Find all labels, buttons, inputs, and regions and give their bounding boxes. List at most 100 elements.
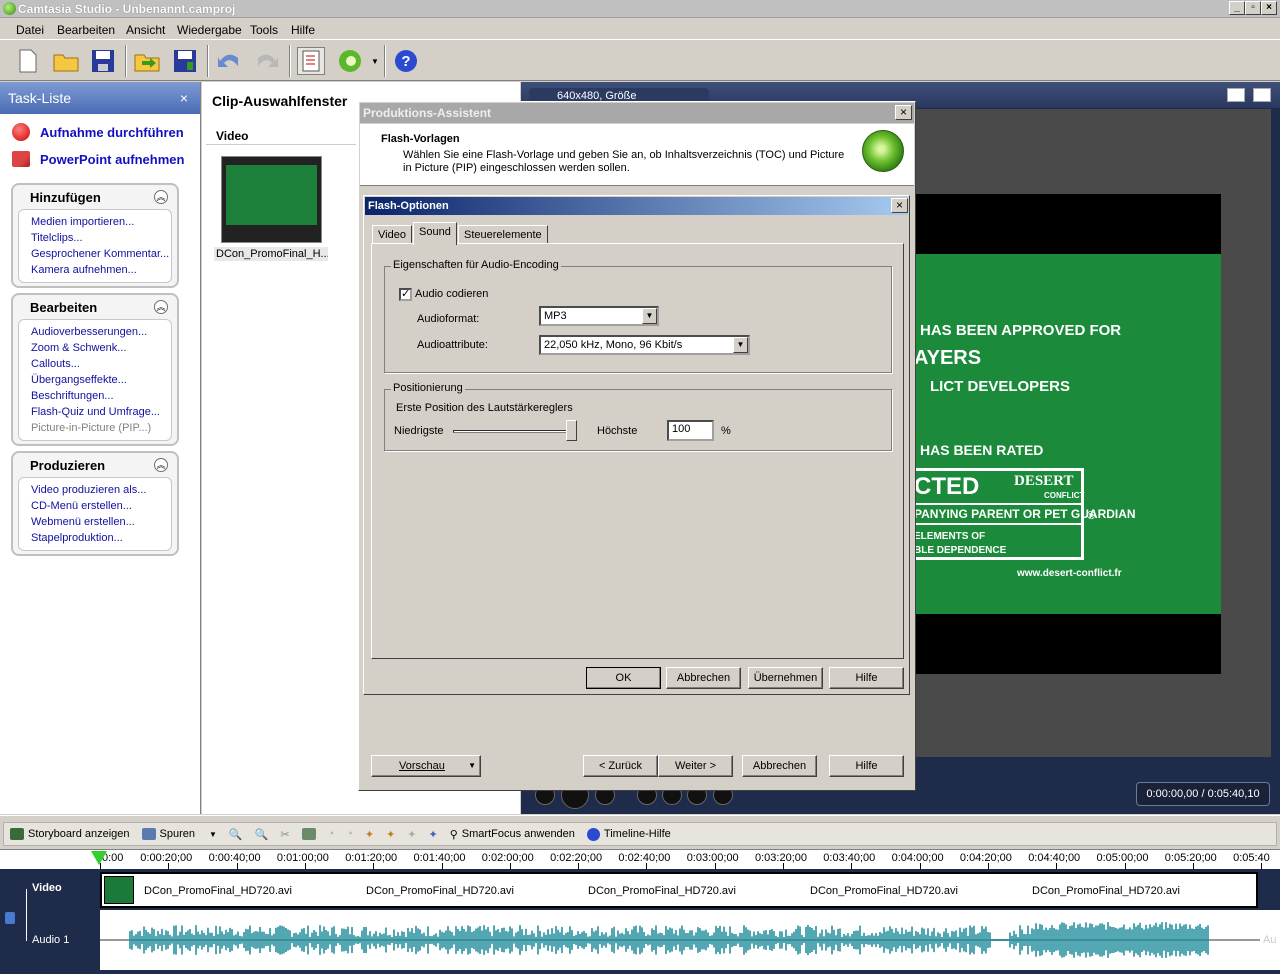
flash-options-close-icon[interactable]: ×	[891, 198, 908, 213]
volume-position-label: Erste Position des Lautstärkereglers	[396, 402, 573, 414]
audio-track[interactable]: Au	[100, 910, 1280, 970]
import-icon[interactable]	[133, 47, 161, 75]
ruler-label: 0:00:20;00	[140, 852, 193, 864]
apply-button[interactable]: Übernehmen	[748, 667, 823, 689]
task-link[interactable]: Übergangseffekte...	[31, 372, 171, 388]
tab-video[interactable]: Video	[372, 225, 412, 244]
task-link[interactable]: Kamera aufnehmen...	[31, 262, 171, 278]
task-link[interactable]: Stapelproduktion...	[31, 530, 171, 546]
powerpoint-icon	[12, 151, 30, 167]
timeline-tracks: Video Audio 1 DCon_PromoFinal_HD720.avi …	[0, 869, 1280, 974]
powerpoint-task[interactable]: PowerPoint aufnehmen	[12, 151, 184, 167]
audio-attributes-select[interactable]: 22,050 kHz, Mono, 96 Kbit/s ▼	[539, 335, 750, 355]
menu-ansicht[interactable]: Ansicht	[126, 23, 165, 37]
wizard-close-icon[interactable]: ×	[895, 105, 912, 120]
task-link[interactable]: CD-Menü erstellen...	[31, 498, 171, 514]
clip-caption[interactable]: DCon_PromoFinal_H...	[214, 247, 328, 261]
task-link[interactable]: Webmenü erstellen...	[31, 514, 171, 530]
wizard-cancel-button[interactable]: Abbrechen	[742, 755, 817, 777]
caption-icon[interactable]: ✦	[386, 828, 395, 841]
task-link[interactable]: Audioverbesserungen...	[31, 324, 171, 340]
audio-format-select[interactable]: MP3 ▼	[539, 306, 659, 326]
collapse-chevron-icon[interactable]: ︽	[154, 190, 168, 204]
task-link[interactable]: Callouts...	[31, 356, 171, 372]
task-link[interactable]: Video produzieren als...	[31, 482, 171, 498]
menu-wiedergabe[interactable]: Wiedergabe	[177, 23, 242, 37]
restore-button[interactable]: ▫	[1245, 1, 1261, 15]
record-task[interactable]: Aufnahme durchführen	[12, 123, 184, 141]
video-text: ®	[1087, 510, 1096, 522]
record-icon	[12, 123, 30, 141]
menu-hilfe[interactable]: Hilfe	[291, 23, 315, 37]
task-link[interactable]: Gesprochener Kommentar...	[31, 246, 171, 262]
menu-tools[interactable]: Tools	[250, 23, 278, 37]
dropdown-arrow-icon[interactable]: ▼	[371, 57, 379, 66]
camtasia-recorder-icon[interactable]	[336, 47, 364, 75]
task-link[interactable]: Medien importieren...	[31, 214, 171, 230]
task-list-toggle-icon[interactable]	[297, 47, 325, 75]
help-button[interactable]: Hilfe	[829, 667, 904, 689]
flash-options-titlebar: Flash-Optionen	[365, 197, 908, 215]
detach-icon[interactable]	[1253, 88, 1271, 102]
split-icon[interactable]	[301, 828, 316, 840]
wizard-heading: Flash-Vorlagen	[381, 133, 460, 145]
task-link[interactable]: Titelclips...	[31, 230, 171, 246]
volume-slider-thumb[interactable]	[566, 420, 577, 441]
ruler-label: 0:02:00;00	[481, 852, 534, 864]
ruler-label: 0:04:20;00	[959, 852, 1012, 864]
clip-bin-tab-video[interactable]: Video	[216, 129, 248, 143]
task-link[interactable]: Zoom & Schwenk...	[31, 340, 171, 356]
storyboard-button[interactable]: Storyboard anzeigen	[10, 828, 130, 840]
preview-dropdown-button[interactable]: Vorschau ▼	[371, 755, 481, 777]
video-track-label[interactable]: Video	[32, 882, 62, 894]
menu-bearbeiten[interactable]: Bearbeiten	[57, 23, 115, 37]
video-clip-label: DCon_PromoFinal_HD720.avi	[810, 885, 958, 897]
back-button[interactable]: < Zurück	[583, 755, 658, 777]
video-text: AYERS	[914, 347, 982, 369]
powerpoint-task-label: PowerPoint aufnehmen	[40, 151, 185, 167]
attr-label: Audioattribute:	[417, 339, 488, 351]
wizard-help-button[interactable]: Hilfe	[829, 755, 904, 777]
redo-icon	[253, 47, 281, 75]
smartfocus-button[interactable]: ⚲ SmartFocus anwenden	[450, 828, 575, 841]
volume-value-input[interactable]: 100	[667, 420, 714, 441]
menu-datei[interactable]: Datei	[16, 23, 44, 37]
produce-save-icon[interactable]	[171, 47, 199, 75]
volume-slider[interactable]	[453, 430, 575, 433]
tracks-dropdown[interactable]: Spuren ▼	[141, 828, 217, 840]
ruler-label: 0:03:00;00	[686, 852, 739, 864]
task-link[interactable]: Beschriftungen...	[31, 388, 171, 404]
quiz-icon[interactable]: ✦	[429, 828, 438, 841]
cut-icon[interactable]: ✂	[280, 828, 289, 841]
task-link[interactable]: Flash-Quiz und Umfrage...	[31, 404, 171, 420]
lock-icon[interactable]	[5, 912, 15, 924]
tab-sound[interactable]: Sound	[413, 222, 457, 245]
zoom-in-icon[interactable]: 🔍	[229, 828, 243, 841]
ok-button[interactable]: OK	[586, 667, 661, 689]
collapse-chevron-icon[interactable]: ︽	[154, 458, 168, 472]
close-window-button[interactable]: ×	[1261, 1, 1277, 15]
save-icon[interactable]	[89, 47, 117, 75]
minimize-button[interactable]: _	[1229, 1, 1245, 15]
clip-thumbnail[interactable]	[221, 156, 322, 243]
collapse-chevron-icon[interactable]: ︽	[154, 300, 168, 314]
cancel-button[interactable]: Abbrechen	[666, 667, 741, 689]
tab-steuerelemente[interactable]: Steuerelemente	[458, 225, 548, 244]
help-icon[interactable]: ?	[392, 47, 420, 75]
video-track[interactable]: DCon_PromoFinal_HD720.avi DCon_PromoFina…	[100, 872, 1258, 908]
video-text: LICT DEVELOPERS	[930, 378, 1071, 395]
playhead-marker[interactable]	[91, 851, 107, 865]
zoom-out-icon[interactable]: 🔍	[255, 828, 269, 841]
next-button[interactable]: Weiter >	[658, 755, 733, 777]
audio-encode-checkbox[interactable]: ✓	[399, 288, 412, 301]
fit-icon[interactable]	[1227, 88, 1245, 102]
new-file-icon[interactable]	[14, 47, 42, 75]
volume-unit-label: %	[721, 425, 731, 437]
undo-icon[interactable]	[215, 47, 243, 75]
audio-track-label[interactable]: Audio 1	[32, 934, 69, 946]
timeline-ruler[interactable]: 0:00 0:00:20;00 0:00:40;00 0:01:00;00 0:01:2…	[0, 849, 1280, 869]
transition-icon[interactable]: ✦	[365, 828, 374, 841]
open-folder-icon[interactable]	[52, 47, 80, 75]
close-icon[interactable]: ×	[180, 90, 188, 106]
timeline-help-button[interactable]: Timeline-Hilfe	[586, 827, 671, 841]
